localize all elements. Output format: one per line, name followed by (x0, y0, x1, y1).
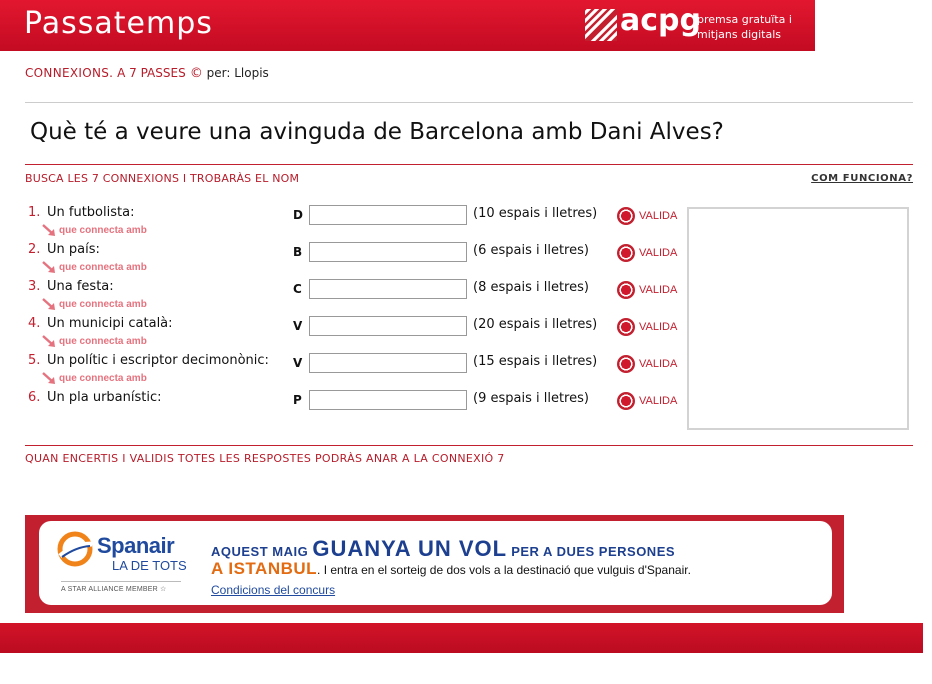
acpg-striped-square-icon (585, 9, 617, 41)
divider (25, 445, 913, 446)
answer-input-2[interactable] (309, 242, 467, 262)
ad-brand: Spanair (97, 533, 175, 558)
answer-input-4[interactable] (309, 316, 467, 336)
answer-input-6[interactable] (309, 390, 467, 410)
game-steps: A 7 PASSES (113, 66, 186, 80)
clue-number: 1. (28, 205, 41, 220)
validate-label: VALIDA (639, 247, 678, 259)
validate-label: VALIDA (639, 284, 678, 296)
ad-brand-slogan: LA DE TOTS (112, 558, 187, 573)
acpg-tagline-line-1: premsa gratuïta i (697, 13, 792, 26)
clue-length-hint: (8 espais i lletres) (473, 280, 589, 295)
clue-initial-letter: D (293, 208, 303, 222)
clue-length-hint: (15 espais i lletres) (473, 354, 598, 369)
how-it-works-link[interactable]: COM FUNCIONA? (811, 173, 913, 184)
instructions: BUSCA LES 7 CONNEXIONS I TROBARÀS EL NOM (25, 172, 300, 185)
connector-text: que connecta amb (59, 299, 147, 310)
red-dot-icon (617, 244, 635, 262)
clue-number: 6. (28, 390, 41, 405)
clue-label: Un municipi català: (47, 316, 173, 331)
acpg-logo-word: acpg (620, 3, 701, 38)
clue-label: Una festa: (47, 279, 114, 294)
game-author: per: Llopis (202, 66, 269, 80)
answer-input-3[interactable] (309, 279, 467, 299)
ad-description: . I entra en el sorteig de dos vols a la… (317, 563, 691, 577)
clue-initial-letter: C (293, 282, 302, 296)
star-alliance-label: A STAR ALLIANCE MEMBER ☆ (61, 585, 167, 593)
divider (61, 581, 181, 582)
ad-destination: A ISTANBUL (211, 559, 318, 578)
down-right-arrow-icon (42, 261, 55, 273)
down-right-arrow-icon (42, 298, 55, 310)
ad-headline-part-2: GUANYA UN VOL (312, 536, 508, 561)
clue-length-hint: (10 espais i lletres) (473, 206, 598, 221)
validate-label: VALIDA (639, 210, 678, 222)
completion-note: QUAN ENCERTIS I VALIDIS TOTES LES RESPOS… (25, 452, 505, 465)
clue-label: Un pla urbanístic: (47, 390, 162, 405)
red-dot-icon (617, 392, 635, 410)
red-dot-icon (617, 355, 635, 373)
ad-headline-part-3: PER A DUES PERSONES (507, 544, 676, 559)
connector-text: que connecta amb (59, 225, 147, 236)
star-alliance-text: A STAR ALLIANCE MEMBER (61, 586, 158, 593)
header-bar: Passatemps acpg premsa gratuïta i mitjan… (0, 0, 815, 51)
result-panel (687, 207, 909, 430)
validate-label: VALIDA (639, 321, 678, 333)
connector-text: que connecta amb (59, 373, 147, 384)
site-title: Passatemps (24, 6, 213, 41)
clue-initial-letter: V (293, 356, 303, 370)
clue-number: 3. (28, 279, 41, 294)
down-right-arrow-icon (42, 372, 55, 384)
ad-banner-content: Spanair LA DE TOTS A STAR ALLIANCE MEMBE… (39, 521, 832, 605)
connector-text: que connecta amb (59, 262, 147, 273)
ad-headline-part-1: AQUEST MAIG (211, 544, 313, 559)
red-dot-icon (617, 207, 635, 225)
contest-terms-link[interactable]: Condicions del concurs (211, 583, 335, 597)
acpg-tagline: premsa gratuïta i mitjans digitals (697, 12, 792, 42)
ad-subheadline: A ISTANBUL. I entra en el sorteig de dos… (211, 559, 691, 579)
copyright-symbol: © (189, 66, 203, 81)
clue-label: Un polític i escriptor decimonònic: (47, 353, 269, 368)
game-name: CONNEXIONS. (25, 66, 114, 80)
clue-initial-letter: B (293, 245, 303, 259)
validate-label: VALIDA (639, 358, 678, 370)
divider (25, 102, 913, 103)
clue-number: 4. (28, 316, 41, 331)
red-dot-icon (617, 318, 635, 336)
answer-input-1[interactable] (309, 205, 467, 225)
game-credit: CONNEXIONS. A 7 PASSES © per: Llopis (25, 66, 269, 81)
acpg-tagline-line-2: mitjans digitals (697, 28, 781, 41)
red-dot-icon (617, 281, 635, 299)
down-right-arrow-icon (42, 224, 55, 236)
spanair-swoosh-icon (57, 531, 93, 567)
answer-input-5[interactable] (309, 353, 467, 373)
connector-text: que connecta amb (59, 336, 147, 347)
clue-length-hint: (9 espais i lletres) (473, 391, 589, 406)
clue-label: Un futbolista: (47, 205, 135, 220)
down-right-arrow-icon (42, 335, 55, 347)
clue-length-hint: (20 espais i lletres) (473, 317, 598, 332)
clue-length-hint: (6 espais i lletres) (473, 243, 589, 258)
ad-banner[interactable]: Spanair LA DE TOTS A STAR ALLIANCE MEMBE… (25, 515, 844, 613)
divider (25, 164, 913, 165)
clue-label: Un país: (47, 242, 100, 257)
clue-number: 5. (28, 353, 41, 368)
clue-number: 2. (28, 242, 41, 257)
clue-initial-letter: P (293, 393, 302, 407)
star-alliance-icon: ☆ (160, 586, 167, 593)
footer-bar (0, 623, 923, 653)
puzzle-question: Què té a veure una avinguda de Barcelona… (30, 119, 724, 145)
clue-initial-letter: V (293, 319, 303, 333)
validate-label: VALIDA (639, 395, 678, 407)
